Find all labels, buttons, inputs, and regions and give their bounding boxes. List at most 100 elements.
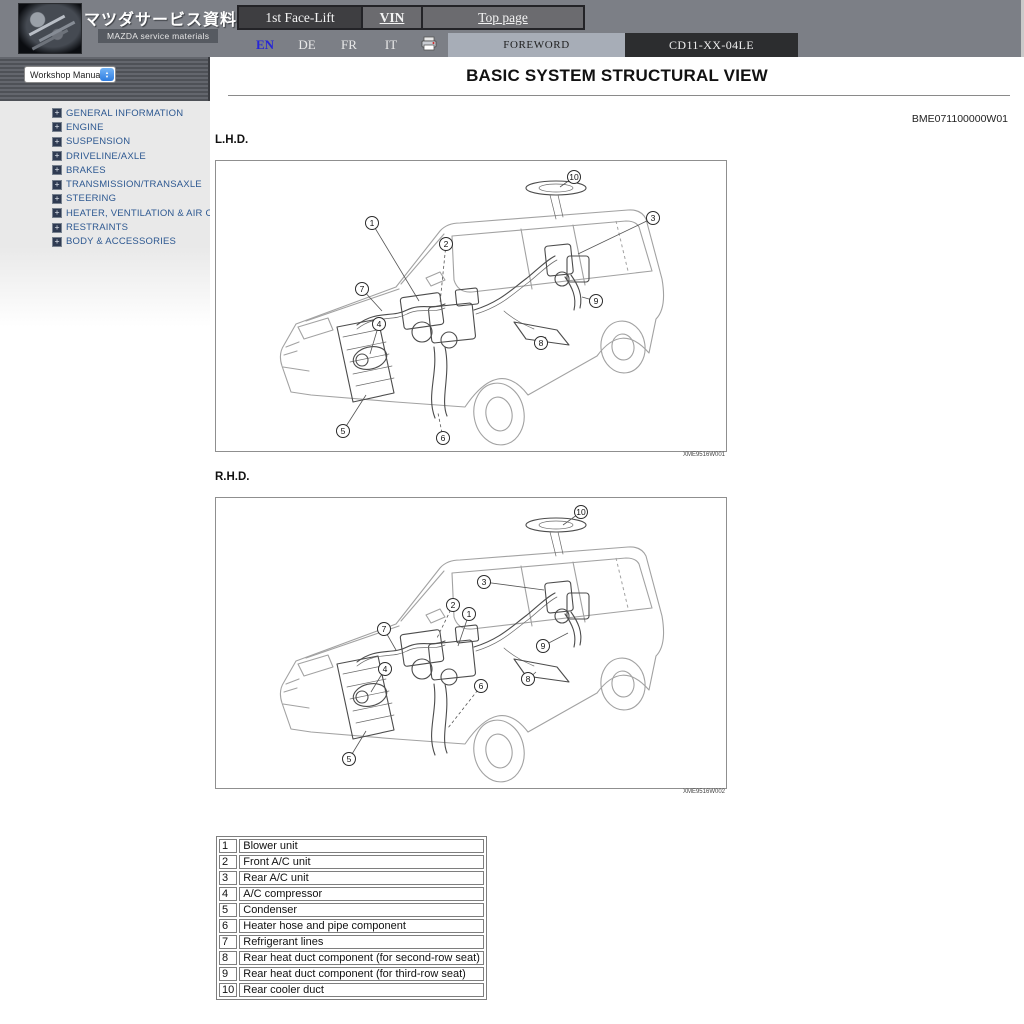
legend-num: 2 xyxy=(219,855,237,869)
language-list: EN DE FR IT xyxy=(251,33,419,57)
callout-10: 10 xyxy=(568,171,581,184)
legend-row: 3Rear A/C unit xyxy=(219,871,484,885)
sidebar-item[interactable]: + TRANSMISSION/TRANSAXLE xyxy=(52,177,210,191)
lhd-label: L.H.D. xyxy=(215,134,248,146)
language-it[interactable]: IT xyxy=(377,37,405,53)
brand-title-jp: マツダサービス資料 xyxy=(84,6,237,30)
sidebar-item[interactable]: + DRIVELINE/AXLE xyxy=(52,149,210,163)
language-de[interactable]: DE xyxy=(293,37,321,53)
callout-5: 5 xyxy=(337,425,350,438)
sidebar-item[interactable]: + SUSPENSION xyxy=(52,135,210,149)
svg-text:7: 7 xyxy=(360,284,365,294)
svg-text:9: 9 xyxy=(541,641,546,651)
sidebar-nav: +GENERAL INFORMATION+ENGINE+SUSPENSION+D… xyxy=(0,106,210,249)
sidebar-item-label: ENGINE xyxy=(66,122,104,133)
callout-1: 1 xyxy=(463,608,476,621)
legend-desc: Rear heat duct component (for second-row… xyxy=(239,951,484,965)
legend-row: 1Blower unit xyxy=(219,839,484,853)
svg-text:7: 7 xyxy=(382,624,387,634)
sidebar-item[interactable]: +GENERAL INFORMATION xyxy=(52,106,210,120)
expand-plus-icon[interactable]: + xyxy=(52,122,62,132)
expand-plus-icon[interactable]: + xyxy=(52,223,62,233)
language-en[interactable]: EN xyxy=(251,37,279,53)
svg-text:6: 6 xyxy=(441,433,446,443)
expand-plus-icon[interactable]: + xyxy=(52,108,62,118)
expand-plus-icon[interactable]: + xyxy=(52,208,62,218)
legend-num: 9 xyxy=(219,967,237,981)
legend-num: 7 xyxy=(219,935,237,949)
svg-text:2: 2 xyxy=(451,600,456,610)
page-title: BASIC SYSTEM STRUCTURAL VIEW xyxy=(210,66,1024,86)
callout-6: 6 xyxy=(475,680,488,693)
sidebar-item[interactable]: + BRAKES xyxy=(52,163,210,177)
language-fr[interactable]: FR xyxy=(335,37,363,53)
svg-text:2: 2 xyxy=(444,239,449,249)
sidebar-item-label: RESTRAINTS xyxy=(66,222,128,233)
legend-num: 8 xyxy=(219,951,237,965)
doc-code: BME071100000W01 xyxy=(912,113,1008,125)
callout-4: 4 xyxy=(373,318,386,331)
legend-desc: A/C compressor xyxy=(239,887,484,901)
legend-row: 4A/C compressor xyxy=(219,887,484,901)
callout-1: 1 xyxy=(366,217,379,230)
svg-text:1: 1 xyxy=(467,609,472,619)
callout-3: 3 xyxy=(478,576,491,589)
legend-desc: Refrigerant lines xyxy=(239,935,484,949)
header: マツダサービス資料 MAZDA service materials 1st Fa… xyxy=(0,0,1024,57)
sidebar-item[interactable]: + ENGINE xyxy=(52,120,210,134)
sidebar-item-label: DRIVELINE/AXLE xyxy=(66,151,146,162)
expand-plus-icon[interactable]: + xyxy=(52,180,62,190)
expand-plus-icon[interactable]: + xyxy=(52,151,62,161)
legend-table: 1Blower unit 2Front A/C unit 3Rear A/C uni… xyxy=(216,836,487,1000)
legend-desc: Rear cooler duct xyxy=(239,983,484,997)
printer-icon[interactable] xyxy=(420,36,438,52)
svg-text:6: 6 xyxy=(479,681,484,691)
sidebar-item-label: SUSPENSION xyxy=(66,136,130,147)
logo-image xyxy=(18,3,82,54)
expand-plus-icon[interactable]: + xyxy=(52,237,62,247)
svg-text:10: 10 xyxy=(569,172,579,182)
legend-row: 10Rear cooler duct xyxy=(219,983,484,997)
legend-row: 2Front A/C unit xyxy=(219,855,484,869)
legend-num: 4 xyxy=(219,887,237,901)
select-stepper-icon[interactable]: ▲▼ xyxy=(100,68,114,81)
rhd-label: R.H.D. xyxy=(215,471,250,483)
nav-facelift[interactable]: 1st Face-Lift xyxy=(239,7,361,28)
legend-desc: Front A/C unit xyxy=(239,855,484,869)
sidebar-item-label: TRANSMISSION/TRANSAXLE xyxy=(66,179,202,190)
legend-num: 10 xyxy=(219,983,237,997)
svg-text:9: 9 xyxy=(594,296,599,306)
callout-5: 5 xyxy=(343,753,356,766)
manual-select-value: Workshop Manual xyxy=(30,70,102,80)
sidebar-item-label: STEERING xyxy=(66,193,116,204)
callout-9: 9 xyxy=(590,295,603,308)
sidebar-item[interactable]: +BODY & ACCESSORIES xyxy=(52,235,210,249)
svg-text:8: 8 xyxy=(539,338,544,348)
nav-top-page-link[interactable]: Top page xyxy=(421,7,583,28)
tab-foreword[interactable]: FOREWORD xyxy=(448,33,625,57)
legend-row: 9Rear heat duct component (for third-row… xyxy=(219,967,484,981)
callout-9: 9 xyxy=(537,640,550,653)
manual-select-dropdown[interactable]: Workshop Manual ▲▼ xyxy=(24,66,116,83)
expand-plus-icon[interactable]: + xyxy=(52,165,62,175)
svg-text:5: 5 xyxy=(347,754,352,764)
callout-8: 8 xyxy=(522,673,535,686)
nav-vin-link[interactable]: VIN xyxy=(361,7,421,28)
sidebar-item[interactable]: + HEATER, VENTILATION & AIR CON xyxy=(52,206,210,220)
sidebar-item[interactable]: + STEERING xyxy=(52,192,210,206)
svg-text:5: 5 xyxy=(341,426,346,436)
sidebar-item-label: HEATER, VENTILATION & AIR CON xyxy=(66,208,210,219)
main-content: BASIC SYSTEM STRUCTURAL VIEW BME07110000… xyxy=(210,57,1024,1024)
svg-text:3: 3 xyxy=(651,213,656,223)
callout-2: 2 xyxy=(440,238,453,251)
svg-text:1: 1 xyxy=(370,218,375,228)
tab-doc-code[interactable]: CD11-XX-04LE xyxy=(625,33,798,57)
legend-row: 5Condenser xyxy=(219,903,484,917)
sidebar-item[interactable]: + RESTRAINTS xyxy=(52,220,210,234)
sidebar-item-label: BRAKES xyxy=(66,165,106,176)
title-divider xyxy=(228,95,1010,96)
callout-3: 3 xyxy=(647,212,660,225)
expand-plus-icon[interactable]: + xyxy=(52,137,62,147)
expand-plus-icon[interactable]: + xyxy=(52,194,62,204)
rhd-figure: 12345678910 xyxy=(215,497,727,789)
